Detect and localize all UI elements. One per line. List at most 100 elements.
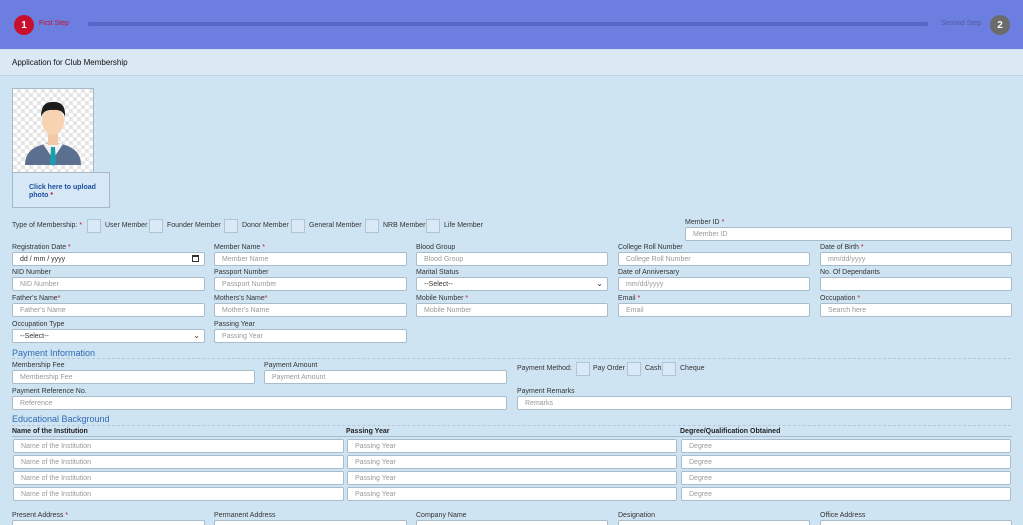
pay-order-label: Pay Order — [593, 365, 625, 372]
passport-input[interactable]: Passport Number — [214, 277, 407, 291]
member-id-input[interactable]: Member ID — [685, 227, 1012, 241]
dependants-input[interactable] — [820, 277, 1012, 291]
payment-reference-input[interactable]: Reference — [12, 396, 507, 410]
cheque-checkbox[interactable] — [662, 362, 676, 376]
permanent-address-label: Permanent Address — [214, 512, 276, 519]
step-1-label[interactable]: First Step — [39, 20, 69, 27]
occupation-type-label: Occupation Type — [12, 321, 65, 328]
education-section-title: Educational Background — [12, 414, 110, 424]
member-id-label: Member ID * — [685, 219, 725, 226]
payment-remarks-input[interactable]: Remarks — [517, 396, 1012, 410]
required-mark: * — [50, 192, 54, 199]
payment-divider — [12, 358, 1011, 359]
father-name-input[interactable]: Father's Name — [12, 303, 205, 317]
cash-checkbox[interactable] — [627, 362, 641, 376]
edu-institution-input-2[interactable]: Name of the Institution — [13, 455, 344, 469]
stepper-track — [88, 22, 928, 26]
office-address-input[interactable] — [820, 520, 1012, 525]
present-address-input[interactable] — [12, 520, 205, 525]
member-name-input[interactable]: Member Name — [214, 252, 407, 266]
avatar-placeholder-icon — [25, 101, 81, 166]
step-2-label[interactable]: Second Step — [941, 20, 981, 27]
present-address-label: Present Address * — [12, 512, 69, 519]
registration-date-input[interactable]: dd / mm / yyyy — [12, 252, 205, 266]
anniversary-input[interactable]: mm/dd/yyyy — [618, 277, 810, 291]
form-header: Application for Club Membership — [0, 50, 1023, 76]
step-2-circle[interactable]: 2 — [990, 15, 1010, 35]
edu-degree-input-4[interactable]: Degree — [681, 487, 1011, 501]
membership-fee-label: Membership Fee — [12, 362, 65, 369]
upload-photo-text[interactable]: Click here to upload photo — [29, 184, 96, 199]
membership-type-label: Type of Membership: * — [12, 222, 83, 229]
company-name-input[interactable] — [416, 520, 608, 525]
passing-year-label: Passing Year — [214, 321, 255, 328]
donor-member-checkbox[interactable] — [224, 219, 238, 233]
edu-institution-input-4[interactable]: Name of the Institution — [13, 487, 344, 501]
user-member-checkbox[interactable] — [87, 219, 101, 233]
founder-member-label: Founder Member — [167, 222, 221, 229]
registration-date-label: Registration Date * — [12, 244, 71, 251]
occupation-type-select[interactable]: --Select-- ⌄ — [12, 329, 205, 343]
member-name-label: Member Name * — [214, 244, 265, 251]
payment-method-label: Payment Method: — [517, 365, 572, 372]
form-title: Application for Club Membership — [12, 58, 128, 67]
edu-degree-input-1[interactable]: Degree — [681, 439, 1011, 453]
occupation-label: Occupation * — [820, 295, 861, 302]
occupation-search-input[interactable]: Search here — [820, 303, 1012, 317]
degree-column-header: Degree/Qualification Obtained — [680, 428, 781, 435]
passport-label: Passport Number — [214, 269, 269, 276]
father-name-label: Father's Name* — [12, 295, 61, 302]
cash-label: Cash — [645, 365, 662, 372]
chevron-down-icon: ⌄ — [596, 279, 603, 288]
mother-name-input[interactable]: Mother's Name — [214, 303, 407, 317]
table-header-rule — [12, 436, 1012, 437]
edu-degree-input-2[interactable]: Degree — [681, 455, 1011, 469]
date-of-birth-label: Date of Birth * — [820, 244, 864, 251]
calendar-icon[interactable] — [192, 255, 199, 262]
mobile-input[interactable]: Mobile Number — [416, 303, 608, 317]
designation-label: Designation — [618, 512, 655, 519]
dependants-label: No. Of Dependants — [820, 269, 880, 276]
founder-member-checkbox[interactable] — [149, 219, 163, 233]
user-member-label: User Member — [105, 222, 148, 229]
edu-year-input-2[interactable]: Passing Year — [347, 455, 677, 469]
nid-input[interactable]: NID Number — [12, 277, 205, 291]
marital-status-label: Marital Status — [416, 269, 459, 276]
life-member-checkbox[interactable] — [426, 219, 440, 233]
general-member-label: General Member — [309, 222, 362, 229]
blood-group-input[interactable]: Blood Group — [416, 252, 608, 266]
payment-reference-label: Payment Reference No. — [12, 388, 87, 395]
mother-name-label: Mothers's Name* — [214, 295, 268, 302]
edu-degree-input-3[interactable]: Degree — [681, 471, 1011, 485]
cheque-label: Cheque — [680, 365, 705, 372]
mobile-label: Mobile Number * — [416, 295, 469, 302]
edu-institution-input-1[interactable]: Name of the Institution — [13, 439, 344, 453]
donor-member-label: Donor Member — [242, 222, 289, 229]
membership-fee-input[interactable]: Membership Fee — [12, 370, 255, 384]
permanent-address-input[interactable] — [214, 520, 407, 525]
edu-year-input-4[interactable]: Passing Year — [347, 487, 677, 501]
member-photo-preview[interactable] — [12, 88, 94, 174]
email-label: Email * — [618, 295, 641, 302]
edu-year-input-3[interactable]: Passing Year — [347, 471, 677, 485]
designation-input[interactable] — [618, 520, 810, 525]
blood-group-label: Blood Group — [416, 244, 456, 251]
upload-photo-button[interactable]: Click here to upload photo * — [12, 172, 110, 208]
progress-stepper: 1 First Step Second Step 2 — [0, 0, 1023, 49]
nrb-member-checkbox[interactable] — [365, 219, 379, 233]
date-of-birth-input[interactable]: mm/dd/yyyy — [820, 252, 1012, 266]
college-roll-input[interactable]: College Roll Number — [618, 252, 810, 266]
email-input[interactable]: Email — [618, 303, 810, 317]
passing-year-input[interactable]: Passing Year — [214, 329, 407, 343]
step-1-circle[interactable]: 1 — [14, 15, 34, 35]
pay-order-checkbox[interactable] — [576, 362, 590, 376]
general-member-checkbox[interactable] — [291, 219, 305, 233]
payment-amount-input[interactable]: Payment Amount — [264, 370, 507, 384]
edu-institution-input-3[interactable]: Name of the Institution — [13, 471, 344, 485]
marital-status-select[interactable]: --Select-- ⌄ — [416, 277, 608, 291]
payment-section-title: Payment Information — [12, 348, 96, 358]
chevron-down-icon: ⌄ — [193, 331, 200, 340]
life-member-label: Life Member — [444, 222, 483, 229]
office-address-label: Office Address — [820, 512, 866, 519]
edu-year-input-1[interactable]: Passing Year — [347, 439, 677, 453]
